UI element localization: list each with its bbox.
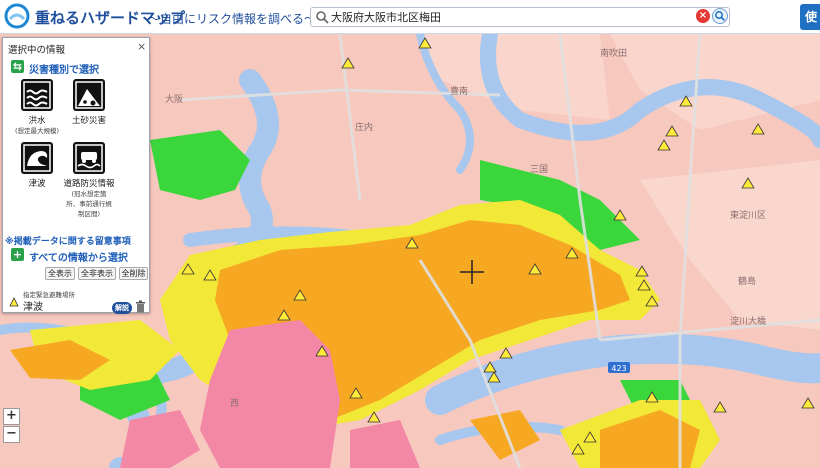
panel-close-button[interactable]: × [137, 40, 146, 53]
place-label-yodogawa: 淀川大橋 [730, 317, 767, 327]
usage-button[interactable]: 使 [800, 4, 820, 30]
tsunami-icon [23, 144, 51, 172]
section-by-hazard-type-label: 災害種別で選択 [29, 65, 99, 76]
share-icon: ⇆ [11, 60, 24, 73]
route-shield: 423 [608, 362, 630, 373]
tsunami-button[interactable] [21, 142, 53, 174]
clear-search-button[interactable]: × [696, 9, 710, 23]
plus-icon: + [11, 248, 24, 261]
app-subtitle: 〜自由にリスク情報を調べる〜 [148, 12, 317, 26]
road-disaster-button[interactable] [73, 142, 105, 174]
layer-name: 津波 [23, 302, 43, 313]
landslide-label: 土砂災害 [71, 116, 106, 126]
app-logo-icon[interactable] [4, 3, 30, 29]
hide-all-button[interactable]: 全非表示 [78, 267, 116, 280]
search-icon [316, 11, 329, 24]
search-submit-icon[interactable] [712, 8, 728, 24]
selected-info-panel: 選択中の情報 × ⇆ 災害種別で選択 洪水 (想定最大規模) 土砂災害 津波 道… [2, 37, 150, 314]
place-label-shonai: 庄内 [355, 123, 374, 133]
tsunami-label: 津波 [28, 179, 46, 189]
road-disaster-sub-3: 制区間) [77, 210, 101, 218]
road-disaster-icon [75, 144, 103, 172]
data-notice-link[interactable]: ※掲載データに関する留意事項 [5, 234, 131, 247]
flood-button[interactable] [21, 79, 53, 111]
place-label-juso: 三国 [530, 165, 549, 175]
road-disaster-sub-1: (冠水想定箇 [71, 190, 107, 198]
landslide-icon [75, 81, 103, 109]
app-header: 重ねるハザードマップ 〜自由にリスク情報を調べる〜 × 使 [0, 0, 820, 34]
section-all-info[interactable]: + すべての情報から選択 [5, 247, 149, 264]
search-input[interactable] [331, 9, 701, 25]
place-label-nishi: 西 [230, 399, 240, 409]
road-disaster-label: 道路防災情報 [63, 179, 115, 189]
section-by-hazard-type[interactable]: ⇆ 災害種別で選択 [5, 59, 149, 76]
search-box[interactable] [310, 7, 730, 27]
road-disaster-sub-2: 所、事前通行規 [66, 200, 112, 208]
legend-button[interactable]: 解説 [112, 302, 132, 314]
show-all-button[interactable]: 全表示 [45, 267, 75, 280]
layer-marker-icon[interactable] [9, 297, 19, 307]
delete-all-button[interactable]: 全削除 [119, 267, 148, 280]
flood-sub-label: (想定最大規模) [14, 127, 60, 135]
panel-title: 選択中の情報 [8, 45, 66, 56]
zoom-in-button[interactable]: + [3, 408, 20, 425]
flood-label: 洪水 [28, 116, 46, 126]
place-label-toyonan: 豊南 [450, 87, 469, 97]
flood-icon [23, 81, 51, 109]
place-label-tsurumi: 鶴島 [738, 277, 757, 287]
section-all-info-label: すべての情報から選択 [29, 253, 128, 264]
landslide-button[interactable] [73, 79, 105, 111]
place-label-osaka: 大阪 [165, 95, 184, 105]
panel-header: 選択中の情報 × [3, 38, 149, 56]
trash-icon[interactable] [135, 300, 146, 313]
zoom-out-button[interactable]: − [3, 426, 20, 443]
route-number: 423 [611, 364, 626, 373]
place-label-suita: 南吹田 [600, 49, 628, 59]
place-label-higashi-yodogawa: 東淀川区 [730, 211, 767, 221]
